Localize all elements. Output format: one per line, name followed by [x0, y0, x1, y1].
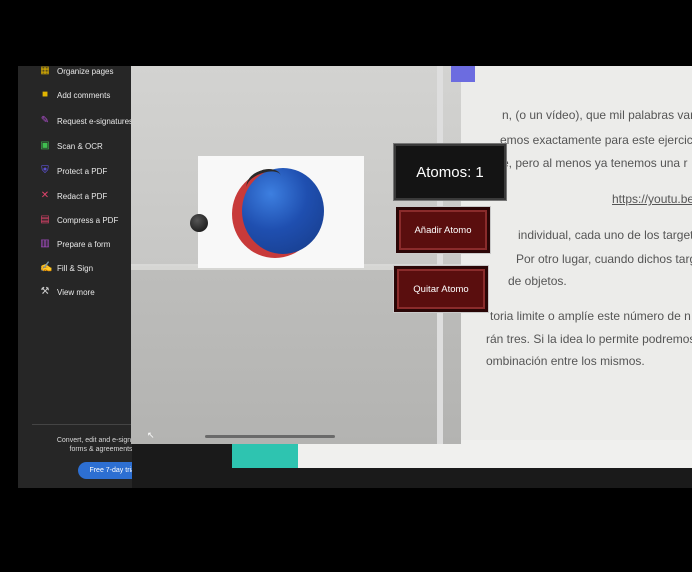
- sidebar-item-request-esignatures[interactable]: ✎ Request e-signatures: [40, 112, 133, 130]
- cursor-icon: ↖: [147, 430, 155, 440]
- sidebar-item-label: Organize pages: [57, 66, 114, 76]
- protect-icon: ⛨: [41, 165, 49, 176]
- sidebar-item-label: Compress a PDF: [57, 215, 119, 225]
- doc-line-9: rán tres. Si la idea lo permite podremos…: [486, 332, 692, 346]
- sidebar-item-label: Add comments: [57, 90, 111, 100]
- sidebar-item-fill-sign[interactable]: ✍ Fill & Sign: [40, 259, 93, 277]
- teal-block: [232, 440, 298, 468]
- ar-scroll-indicator[interactable]: [205, 435, 335, 438]
- sidebar-divider: [32, 424, 132, 425]
- doc-youtube-link[interactable]: https://youtu.be/0: [612, 192, 692, 206]
- view-more-icon: ⚒: [40, 286, 50, 297]
- doc-line-3: e, pero al menos ya tenemos una r: [502, 156, 688, 170]
- form-icon: ▥: [40, 238, 50, 249]
- doc-line-6: Por otro lugar, cuando dichos targ: [516, 252, 692, 266]
- sidebar-item-protect-pdf[interactable]: ⛨ Protect a PDF: [40, 162, 107, 180]
- sidebar-item-add-comments[interactable]: ■ Add comments: [40, 86, 110, 104]
- scan-icon: ▣: [40, 140, 50, 151]
- doc-line-1: n, (o un vídeo), que mil palabras vamo: [502, 108, 692, 122]
- sidebar-item-label: Scan & OCR: [57, 141, 103, 151]
- sidebar-item-organize-pages[interactable]: ▦ Organize pages: [40, 66, 113, 80]
- sidebar-item-label: Redact a PDF: [57, 191, 108, 201]
- sidebar-item-prepare-form[interactable]: ▥ Prepare a form: [40, 235, 110, 253]
- acrobat-tools-sidebar: ▦ Organize pages ■ Add comments ✎ Reques…: [18, 66, 148, 488]
- doc-line-10: ombinación entre los mismos.: [486, 354, 645, 368]
- redact-icon: ✕: [40, 190, 50, 201]
- blue-tab: [451, 66, 475, 82]
- organize-pages-icon: ▦: [40, 66, 50, 76]
- doc-line-7: de objetos.: [508, 274, 567, 288]
- electron-sphere: [190, 214, 208, 232]
- doc-line-2: emos exactamente para este ejercicio,: [500, 133, 692, 147]
- sidebar-item-label: Prepare a form: [57, 239, 111, 249]
- atom-counter-label: Atomos: 1: [394, 144, 506, 200]
- add-atom-button[interactable]: Añadir Atomo: [396, 207, 490, 253]
- camera-frame: ▦ Organize pages ■ Add comments ✎ Reques…: [0, 0, 692, 572]
- comment-icon: ■: [41, 89, 49, 100]
- sidebar-item-redact-pdf[interactable]: ✕ Redact a PDF: [40, 187, 107, 205]
- sidebar-item-label: Request e-signatures: [57, 116, 134, 126]
- doc-line-8: toria limite o amplíe este número de n: [490, 309, 691, 323]
- fill-sign-icon: ✍: [40, 262, 53, 273]
- remove-atom-button[interactable]: Quitar Atomo: [394, 266, 488, 312]
- doc-line-5: individual, cada uno de los targets qu: [518, 228, 692, 242]
- sidebar-item-label: Protect a PDF: [57, 166, 108, 176]
- sidebar-item-scan-ocr[interactable]: ▣ Scan & OCR: [40, 137, 103, 155]
- sidebar-item-view-more[interactable]: ⚒ View more: [40, 283, 95, 301]
- sidebar-item-compress-pdf[interactable]: ▤ Compress a PDF: [40, 211, 118, 229]
- compress-icon: ▤: [40, 214, 50, 225]
- sidebar-item-label: View more: [57, 287, 95, 297]
- sidebar-item-label: Fill & Sign: [57, 263, 94, 273]
- ar-panel-edge: [437, 66, 443, 444]
- page-bottom-strip: [298, 440, 692, 468]
- request-signature-icon: ✎: [40, 115, 50, 126]
